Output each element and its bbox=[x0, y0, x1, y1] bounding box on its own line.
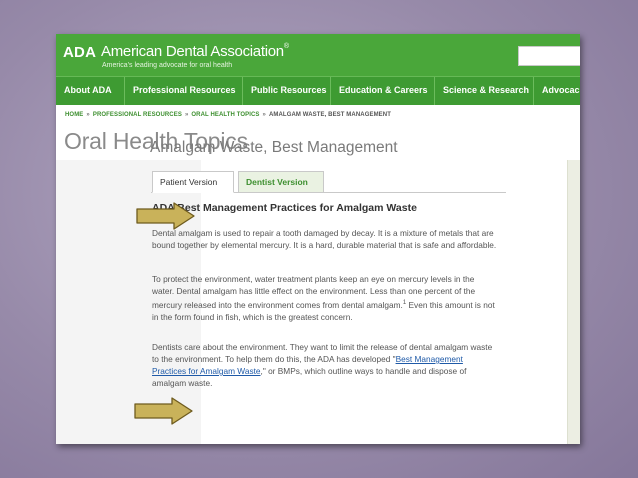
main-nav: About ADA Professional Resources Public … bbox=[56, 76, 580, 105]
nav-item-about-ada[interactable]: About ADA bbox=[56, 77, 124, 105]
paragraph-bmp: Dentists care about the environment. The… bbox=[152, 341, 497, 389]
callout-arrow-icon bbox=[136, 202, 195, 230]
site-header: ADA American Dental Association® America… bbox=[56, 34, 580, 76]
nav-item-education-careers[interactable]: Education & Careers bbox=[330, 77, 434, 105]
ada-logo[interactable]: ADA bbox=[63, 44, 96, 61]
breadcrumb-home[interactable]: HOME bbox=[65, 112, 83, 118]
breadcrumb-professional-resources[interactable]: PROFESSIONAL RESOURCES bbox=[93, 112, 182, 118]
nav-item-public-resources[interactable]: Public Resources bbox=[242, 77, 330, 105]
breadcrumb-separator: » bbox=[184, 112, 189, 118]
nav-item-science-research[interactable]: Science & Research bbox=[434, 77, 533, 105]
paragraph-intro: Dental amalgam is used to repair a tooth… bbox=[152, 228, 497, 250]
organization-name[interactable]: American Dental Association® bbox=[101, 43, 289, 60]
nav-item-advocacy[interactable]: Advocac bbox=[533, 77, 580, 105]
breadcrumb-current: AMALGAM WASTE, BEST MANAGEMENT bbox=[268, 112, 391, 118]
paragraph-environment: To protect the environment, water treatm… bbox=[152, 273, 497, 323]
nav-item-professional-resources[interactable]: Professional Resources bbox=[124, 77, 242, 105]
callout-arrow-icon bbox=[134, 397, 193, 425]
article-title: Amalgam Waste, Best Management bbox=[150, 139, 398, 156]
organization-name-text: American Dental Association bbox=[101, 43, 284, 60]
breadcrumb-separator: » bbox=[86, 112, 90, 118]
search-input[interactable] bbox=[518, 46, 580, 66]
breadcrumb-oral-health-topics[interactable]: ORAL HEALTH TOPICS bbox=[191, 112, 259, 118]
breadcrumb-separator: » bbox=[262, 112, 266, 118]
registered-mark: ® bbox=[283, 43, 289, 50]
right-sidebar-strip bbox=[567, 160, 580, 444]
breadcrumb: HOME» PROFESSIONAL RESOURCES» ORAL HEALTH … bbox=[65, 112, 391, 118]
tagline: America's leading advocate for oral heal… bbox=[102, 62, 233, 69]
tab-patient-version[interactable]: Patient Version bbox=[152, 171, 234, 193]
tab-dentist-version[interactable]: Dentist Version bbox=[238, 171, 324, 192]
